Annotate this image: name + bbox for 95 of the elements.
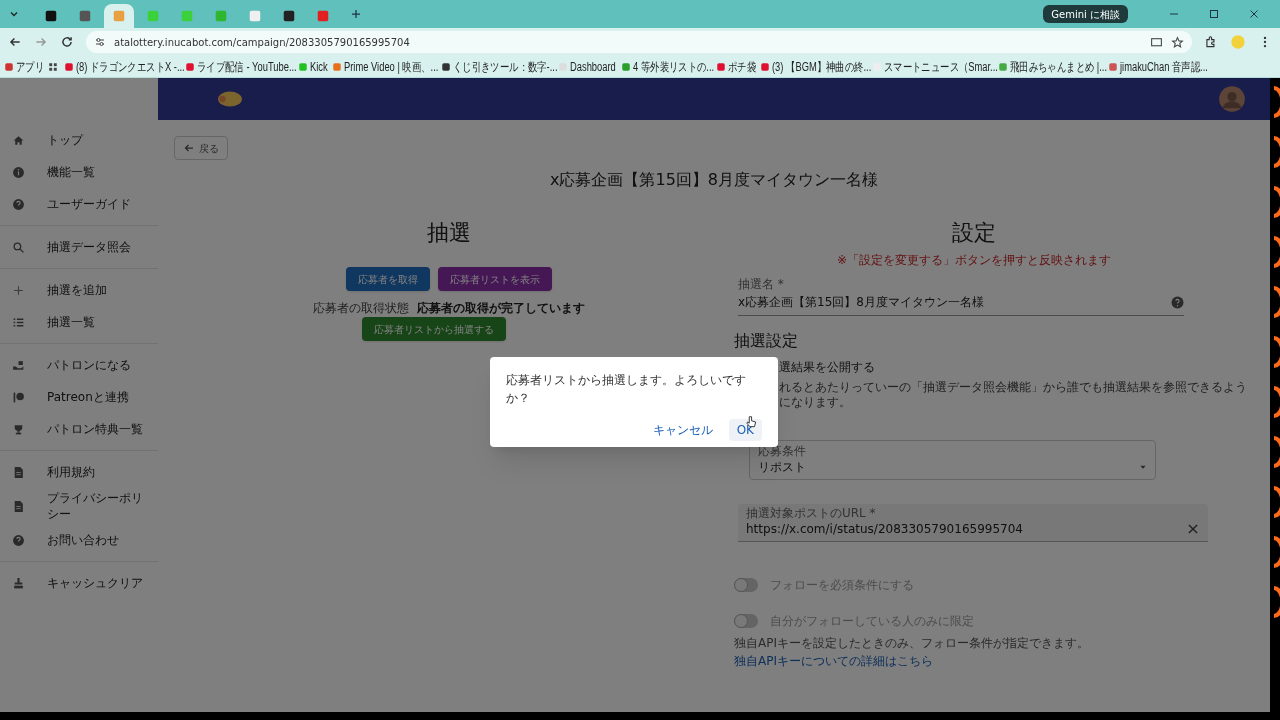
bookmark-link[interactable]: 飛田みちゃんまとめ |... (1010, 57, 1108, 76)
favicon-icon (146, 9, 160, 23)
bookmark-link[interactable]: Prime Video | 映画、... (344, 57, 439, 76)
url-field[interactable]: 抽選対象ポストのURL * https://x.com/i/status/2083305790165995704 (738, 504, 1208, 542)
checkbox-label: 選結果を公開する (779, 359, 876, 376)
gemini-button[interactable]: Gemini に相談 (1043, 5, 1128, 23)
sidebar-item[interactable]: パトロンになる (0, 349, 158, 381)
dialog-button[interactable]: OK (728, 419, 762, 441)
arrow-left-icon (183, 142, 195, 154)
address-bar[interactable]: atalottery.inucabot.com/campaign/2083305790165995704 (86, 31, 1192, 53)
favicon-icon (44, 9, 58, 23)
site-info-icon[interactable] (94, 36, 106, 48)
help-icon (12, 533, 25, 547)
sidebar-item[interactable]: 抽選を追加 (0, 274, 158, 306)
bookmark-link[interactable]: 4 等外装リストの... (632, 57, 714, 76)
favicon-icon (214, 9, 228, 23)
sidebar-item[interactable]: 機能一覧 (0, 156, 158, 188)
bookmark-link[interactable]: くじ引きツール：数字-... (453, 57, 558, 76)
favicon-icon (78, 9, 92, 23)
favicon-icon (180, 9, 194, 23)
sidebar-item[interactable]: ユーザーガイド (0, 188, 158, 220)
favicon-icon (316, 9, 330, 23)
section-heading: 設定 (951, 219, 997, 247)
page-title: x応募企画【第15回】8月度マイタウン一名様 (549, 169, 879, 191)
list-icon (12, 315, 25, 329)
bookmark-favicon-icon (715, 61, 726, 72)
search-icon (12, 240, 25, 254)
bookmark-link[interactable]: ライブ配信 - YouTube... (196, 57, 297, 76)
section-heading: 抽選 (427, 219, 471, 247)
bookmark-favicon-icon (184, 61, 195, 72)
patreon-icon (12, 390, 25, 404)
bookmark-star-icon[interactable] (1171, 35, 1184, 49)
cast-icon[interactable] (1150, 35, 1163, 49)
hand-icon (12, 358, 25, 372)
bookmark-favicon-icon (1108, 61, 1118, 72)
maximize-icon[interactable] (1208, 8, 1220, 20)
favicon-icon (112, 9, 126, 23)
bookmark-link[interactable]: アプリ (16, 57, 45, 76)
sidebar-item[interactable]: キャッシュクリア (0, 567, 158, 599)
sidebar-item[interactable]: 抽選データ照会 (0, 231, 158, 263)
forward-icon[interactable] (34, 35, 48, 49)
bookmark-link[interactable]: スマートニュース（Smar... (883, 57, 998, 76)
sidebar-item[interactable]: Patreonと連携 (0, 381, 158, 413)
action-button[interactable]: 応募者リストを表示 (438, 267, 552, 291)
close-icon[interactable] (1248, 8, 1260, 20)
bookmark-link[interactable]: (8) ドラゴンクエストX -... (76, 57, 186, 76)
bookmark-favicon-icon (64, 61, 75, 72)
bookmark-favicon-icon (4, 61, 14, 72)
help-icon[interactable] (1171, 295, 1184, 309)
favicon-icon (282, 9, 296, 23)
bookmark-link[interactable]: Kick (310, 57, 328, 76)
details-link[interactable]: 独自APIキーについての詳細はこちら (734, 652, 933, 670)
draw-button[interactable]: 応募者リストから抽選する (362, 317, 506, 341)
document-icon (12, 499, 25, 513)
plus-icon (12, 283, 25, 297)
apps-grid-icon[interactable] (48, 61, 59, 72)
bookmark-favicon-icon (760, 61, 770, 72)
sidebar-item[interactable]: プライバシーポリシー (0, 488, 158, 524)
home-icon (12, 133, 25, 147)
sidebar-item[interactable]: トップ (0, 124, 158, 156)
sidebar-item[interactable]: パトロン特典一覧 (0, 413, 158, 445)
bookmark-favicon-icon (441, 61, 452, 72)
new-tab-icon[interactable] (350, 8, 362, 20)
back-button[interactable]: 戻る (174, 136, 228, 160)
bookmark-link[interactable]: Dashboard (569, 57, 616, 76)
bookmark-link[interactable]: ポチ袋 (727, 57, 756, 76)
reload-icon[interactable] (60, 35, 74, 49)
help-icon (12, 197, 25, 211)
bookmark-favicon-icon (332, 61, 343, 72)
info-icon (12, 165, 25, 179)
extensions-icon[interactable] (1204, 35, 1218, 49)
trophy-icon (12, 422, 25, 436)
back-icon[interactable] (8, 35, 22, 49)
notice-text: ※「設定を変更する」ボタンを押すと反映されます (835, 252, 1113, 269)
action-button[interactable]: 応募者を取得 (346, 267, 430, 291)
bookmark-link[interactable]: jimakuChan 音声認... (1120, 57, 1208, 76)
sidebar-item[interactable]: お問い合わせ (0, 524, 158, 556)
section-heading: 抽選設定 (734, 332, 799, 350)
help-text: れるとあたりっていーの「抽選データ照会機能」から誰でも抽選結果を参照できるようになります。 (779, 380, 1248, 410)
bookmark-favicon-icon (620, 61, 631, 72)
sidebar-item[interactable]: 抽選一覧 (0, 306, 158, 338)
status-label: 応募者の取得状態 (313, 300, 409, 317)
dialog-message: 応募者リストから抽選します。よろしいですか？ (506, 372, 747, 407)
favicon-icon (248, 9, 262, 23)
help-text: 独自APIキーを設定したときのみ、フォロー条件が指定できます。 (734, 635, 1089, 652)
document-icon (12, 465, 25, 479)
bookmark-favicon-icon (998, 61, 1009, 72)
clear-icon[interactable] (1186, 522, 1200, 536)
dialog-button[interactable]: キャンセル (644, 419, 721, 441)
sidebar-item[interactable]: 利用規約 (0, 456, 158, 488)
bookmark-favicon-icon (298, 61, 308, 72)
bookmark-link[interactable]: (3) 【BGM】神曲の終... (772, 57, 872, 76)
name-field[interactable]: 抽選名 * x応募企画【第15回】8月度マイタウン一名様 (738, 275, 1184, 316)
status-value: 応募者の取得が完了しています (417, 300, 585, 317)
url-text: atalottery.inucabot.com/campaign/2083305790165995704 (114, 35, 411, 50)
